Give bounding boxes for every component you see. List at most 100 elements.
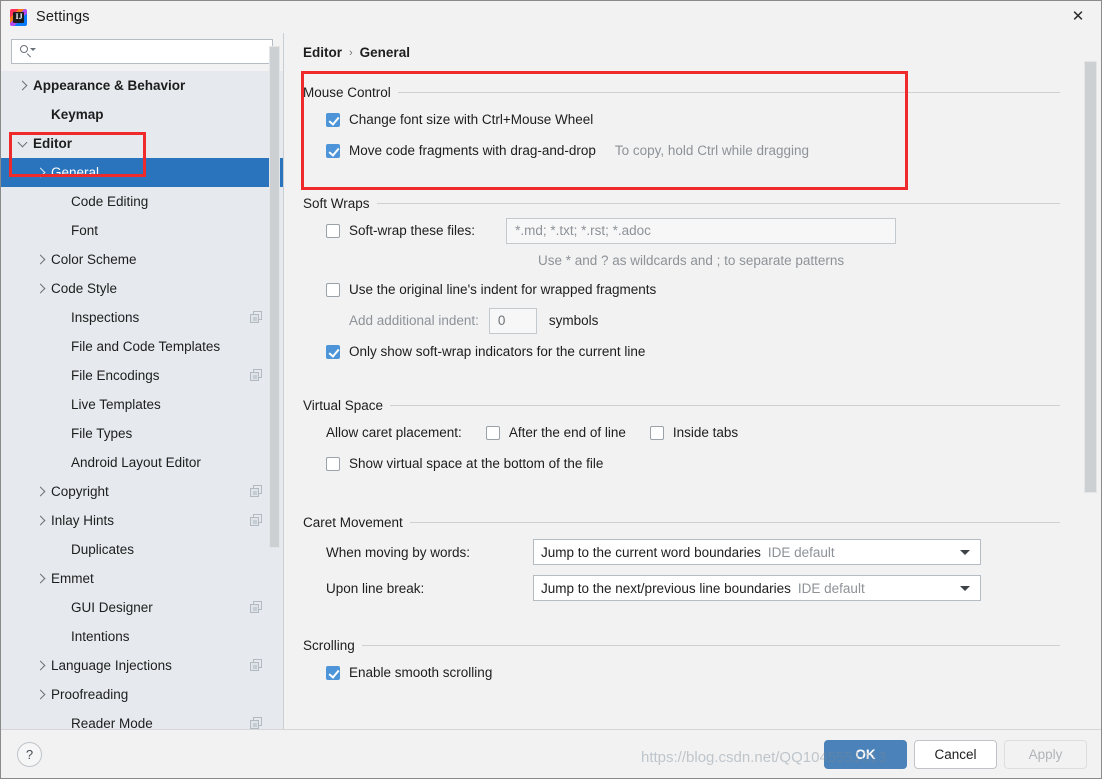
main-scrollbar-thumb[interactable] [1084,61,1097,493]
soft-wrap-files-input[interactable]: *.md; *.txt; *.rst; *.adoc [506,217,897,244]
sidebar-item-inspections[interactable]: Inspections [1,303,283,332]
sidebar-item-proofreading[interactable]: Proofreading [1,680,283,709]
only-show-indicators-row[interactable]: Only show soft-wrap indicators for the c… [303,336,1060,367]
sidebar-item-code-style[interactable]: Code Style [1,274,283,303]
breadcrumb-root[interactable]: Editor [303,45,342,60]
chevron-right-icon[interactable] [35,660,45,671]
sidebar-item-font[interactable]: Font [1,216,283,245]
sidebar-item-general[interactable]: General [1,158,283,187]
chevron-down-icon[interactable] [17,137,27,147]
sidebar-item-reader-mode[interactable]: Reader Mode [1,709,283,729]
inside-tabs-checkbox[interactable] [649,425,664,440]
breadcrumb: Editor › General [284,33,1101,60]
sidebar-item-label: General [51,165,100,180]
project-settings-copy-icon [250,717,263,729]
sidebar-item-label: Android Layout Editor [71,455,201,470]
section-caret-movement: Caret Movement When moving by words: Jum… [284,515,1079,622]
help-button[interactable]: ? [17,741,42,767]
sidebar-item-copyright[interactable]: Copyright [1,477,283,506]
tree-expander [31,283,51,294]
sidebar-scrollbar[interactable] [269,46,280,727]
show-virtual-space-checkbox[interactable] [326,456,340,471]
original-indent-checkbox[interactable] [326,282,340,297]
change-font-size-checkbox[interactable] [326,112,340,127]
search-box[interactable] [11,39,273,64]
move-code-fragments-row[interactable]: Move code fragments with drag-and-drop T… [303,135,1060,166]
chevron-right-icon[interactable] [35,254,45,265]
sidebar-item-label: Proofreading [51,687,129,702]
chevron-right-icon[interactable] [35,486,45,497]
sidebar-item-file-types[interactable]: File Types [1,419,283,448]
virtual-space-header: Virtual Space [303,398,1060,413]
show-virtual-space-row[interactable]: Show virtual space at the bottom of the … [303,448,1060,479]
sidebar-item-appearance-behavior[interactable]: Appearance & Behavior [1,71,283,100]
move-code-fragments-hint: To copy, hold Ctrl while dragging [614,143,809,158]
sidebar-item-file-and-code-templates[interactable]: File and Code Templates [1,332,283,361]
section-virtual-space: Virtual Space Allow caret placement: Aft… [284,398,1079,499]
additional-indent-input[interactable]: 0 [488,307,537,334]
main-scrollbar[interactable] [1084,61,1097,727]
tree-expander [31,515,51,526]
ok-button[interactable]: OK [824,739,907,769]
sidebar-item-color-scheme[interactable]: Color Scheme [1,245,283,274]
dropdown-default-tag: IDE default [767,544,835,560]
show-virtual-space-label: Show virtual space at the bottom of the … [349,456,604,471]
only-show-indicators-label: Only show soft-wrap indicators for the c… [349,344,646,359]
enable-smooth-scrolling-checkbox[interactable] [326,665,340,680]
additional-indent-row[interactable]: Add additional indent: 0 symbols [303,305,1060,336]
upon-line-break-row: Upon line break: Jump to the next/previo… [303,570,1060,606]
sidebar-item-inlay-hints[interactable]: Inlay Hints [1,506,283,535]
sidebar-item-duplicates[interactable]: Duplicates [1,535,283,564]
chevron-right-icon[interactable] [35,515,45,526]
dialog-buttons: OK Cancel Apply [824,739,1087,769]
change-font-size-label: Change font size with Ctrl+Mouse Wheel [349,112,594,127]
chevron-right-icon[interactable] [35,573,45,584]
search-input[interactable] [35,43,266,60]
chevron-right-icon[interactable] [35,283,45,294]
sidebar-item-label: Live Templates [71,397,161,412]
settings-tree[interactable]: Appearance & Behavior Keymap Editor General… [1,71,283,729]
sidebar-item-file-encodings[interactable]: File Encodings [1,361,283,390]
sidebar-item-language-injections[interactable]: Language Injections [1,651,283,680]
soft-wrap-files-checkbox[interactable] [326,223,340,238]
tree-expander [31,573,51,584]
sidebar-item-keymap[interactable]: Keymap [1,100,283,129]
sidebar-item-label: Intentions [71,629,130,644]
after-end-of-line-checkbox[interactable] [485,425,500,440]
tree-expander [31,254,51,265]
chevron-right-icon[interactable] [17,80,27,91]
tree-expander [13,137,33,147]
sidebar-item-live-templates[interactable]: Live Templates [1,390,283,419]
close-icon[interactable]: ✕ [1055,1,1101,32]
chevron-right-icon[interactable] [35,167,45,178]
enable-smooth-scrolling-row[interactable]: Enable smooth scrolling [303,657,1060,688]
original-indent-row[interactable]: Use the original line's indent for wrapp… [303,274,1060,305]
sidebar-item-emmet[interactable]: Emmet [1,564,283,593]
project-settings-copy-icon [250,369,263,382]
sidebar-item-intentions[interactable]: Intentions [1,622,283,651]
change-font-size-row[interactable]: Change font size with Ctrl+Mouse Wheel [303,104,1060,135]
project-settings-copy-icon [250,659,263,672]
upon-line-break-dropdown[interactable]: Jump to the next/previous line boundarie… [533,575,981,601]
when-moving-by-words-dropdown[interactable]: Jump to the current word boundaries IDE … [533,539,981,565]
sidebar-item-editor[interactable]: Editor [1,129,283,158]
move-code-fragments-checkbox[interactable] [326,143,340,158]
chevron-right-icon[interactable] [35,689,45,700]
sidebar-scrollbar-thumb[interactable] [269,46,280,548]
section-divider [390,405,1060,406]
chevron-down-icon [960,586,970,591]
only-show-indicators-checkbox[interactable] [326,344,340,359]
tree-expander [31,486,51,497]
allow-caret-placement-label: Allow caret placement: [326,425,462,440]
project-settings-copy-icon [250,514,263,527]
intellij-idea-logo-icon: IJ [10,8,27,26]
sidebar-item-gui-designer[interactable]: GUI Designer [1,593,283,622]
upon-line-break-label: Upon line break: [326,580,425,596]
sidebar-item-code-editing[interactable]: Code Editing [1,187,283,216]
breadcrumb-separator-icon: › [349,46,353,59]
cancel-button[interactable]: Cancel [914,739,997,769]
sidebar-item-android-layout-editor[interactable]: Android Layout Editor [1,448,283,477]
soft-wrap-files-row[interactable]: Soft-wrap these files: *.md; *.txt; *.rs… [303,215,1060,246]
search-container [1,33,283,71]
inside-tabs-label: Inside tabs [672,425,739,440]
